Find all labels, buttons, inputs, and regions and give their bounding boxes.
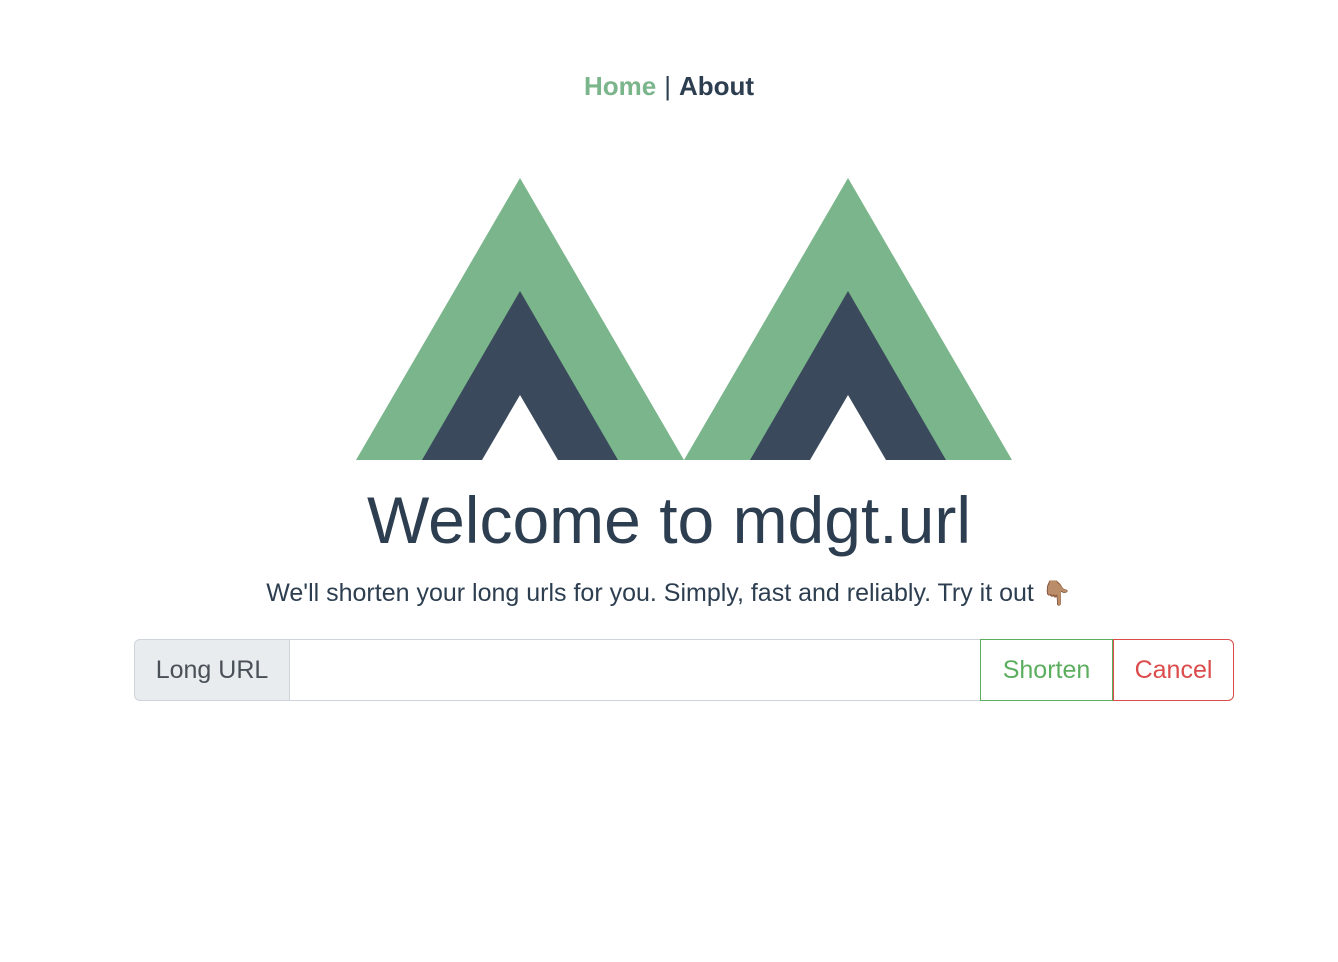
page-subtitle: We'll shorten your long urls for you. Si… xyxy=(0,575,1338,612)
logo xyxy=(356,178,1012,460)
nav-home-link[interactable]: Home xyxy=(584,71,656,101)
page-title: Welcome to mdgt.url xyxy=(367,483,971,557)
url-form: Long URL Shorten Cancel xyxy=(134,639,1234,701)
pointing-down-icon: 👇🏽 xyxy=(1041,580,1072,607)
nav-about-link[interactable]: About xyxy=(679,71,754,101)
long-url-label: Long URL xyxy=(134,639,289,701)
top-nav: Home | About xyxy=(0,68,1338,104)
logo-right-peak xyxy=(684,178,1012,460)
logo-left-peak xyxy=(356,178,684,460)
nav-separator: | xyxy=(664,71,671,101)
shorten-button[interactable]: Shorten xyxy=(980,639,1113,701)
cancel-button[interactable]: Cancel xyxy=(1113,639,1234,701)
long-url-input[interactable] xyxy=(289,639,980,701)
subtitle-text: We'll shorten your long urls for you. Si… xyxy=(266,579,1034,607)
